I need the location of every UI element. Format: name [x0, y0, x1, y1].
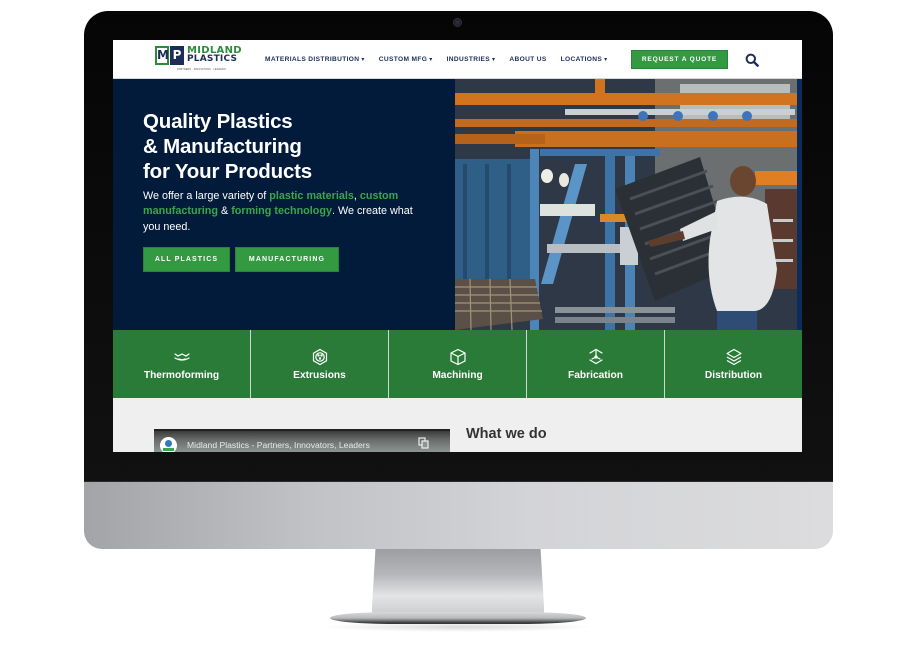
stand-shadow: [320, 622, 596, 632]
request-quote-button[interactable]: REQUEST A QUOTE: [631, 50, 728, 69]
chevron-down-icon: ▾: [492, 57, 496, 63]
nav-label: INDUSTRIES: [446, 56, 491, 63]
extrusions-icon: [312, 348, 327, 365]
nav-about-us[interactable]: ABOUT US: [509, 56, 546, 63]
all-plastics-button[interactable]: ALL PLASTICS: [143, 246, 230, 272]
hero-title-line: for Your Products: [143, 160, 312, 183]
hero-text-segment: We offer a large variety of: [143, 190, 270, 202]
website-screen: M P MIDLAND PLASTICS PARTNERS · INNOVATO…: [113, 40, 802, 452]
chevron-down-icon: ▾: [604, 57, 608, 63]
what-we-do-section: Midland Plastics - Partners, Innovators,…: [113, 398, 802, 452]
nav-label: LOCATIONS: [560, 56, 603, 63]
hero-title-line: & Manufacturing: [143, 135, 302, 158]
hero-factory-photo: [455, 79, 797, 330]
services-bar: Thermoforming Extrusions Machining Fabri…: [113, 330, 802, 398]
nav-label: ABOUT US: [509, 56, 547, 63]
nav-materials-distribution[interactable]: MATERIALS DISTRIBUTION ▾: [265, 56, 365, 63]
service-label: Extrusions: [293, 369, 346, 381]
fabrication-icon: [588, 348, 603, 364]
channel-avatar[interactable]: [160, 437, 177, 452]
nav-industries[interactable]: INDUSTRIES ▾: [447, 56, 496, 63]
service-label: Machining: [432, 369, 483, 381]
logo[interactable]: M P MIDLAND PLASTICS PARTNERS · INNOVATO…: [155, 46, 242, 74]
service-label: Thermoforming: [143, 369, 220, 381]
logo-letter-p: P: [170, 46, 184, 65]
service-label: Fabrication: [568, 369, 623, 381]
logo-tagline: PARTNERS · INNOVATORS · LEADERS: [177, 68, 226, 71]
video-title[interactable]: Midland Plastics - Partners, Innovators,…: [187, 440, 370, 450]
main-nav: MATERIALS DISTRIBUTION ▾ CUSTOM MFG ▾ INDU…: [265, 40, 622, 79]
service-label: Distribution: [704, 369, 763, 381]
nav-label: CUSTOM MFG: [378, 56, 428, 63]
hero-description: We offer a large variety of plastic mate…: [143, 189, 423, 235]
distribution-layers-icon: [725, 348, 742, 365]
webcam-icon: [453, 18, 462, 27]
search-icon[interactable]: [745, 53, 759, 67]
service-distribution[interactable]: Distribution: [665, 330, 802, 398]
nav-locations[interactable]: LOCATIONS ▾: [561, 56, 608, 63]
nav-label: MATERIALS DISTRIBUTION: [265, 56, 360, 63]
service-extrusions[interactable]: Extrusions: [251, 330, 389, 398]
link-plastic-materials[interactable]: plastic materials: [269, 190, 354, 202]
hero-buttons: ALL PLASTICS MANUFACTURING: [143, 246, 433, 272]
chevron-down-icon: ▾: [361, 57, 365, 63]
copy-link-icon[interactable]: [418, 437, 429, 449]
logo-name-line2: PLASTICS: [187, 54, 238, 64]
link-forming-technology[interactable]: forming technology: [231, 205, 332, 217]
hero-title-line: Quality Plastics: [143, 110, 293, 133]
nav-custom-mfg[interactable]: CUSTOM MFG ▾: [379, 56, 433, 63]
service-thermoforming[interactable]: Thermoforming: [113, 330, 251, 398]
hero-photo-edge: [797, 79, 802, 330]
manufacturing-button[interactable]: MANUFACTURING: [235, 246, 339, 272]
video-player[interactable]: Midland Plastics - Partners, Innovators,…: [154, 429, 450, 452]
hero-section: Quality Plastics & Manufacturing for You…: [113, 79, 802, 330]
hero-title: Quality Plastics & Manufacturing for You…: [143, 109, 433, 184]
logo-mark: M P: [155, 46, 184, 65]
site-header: M P MIDLAND PLASTICS PARTNERS · INNOVATO…: [113, 40, 802, 79]
thermoforming-icon: [173, 352, 190, 361]
factory-illustration: [455, 79, 797, 330]
logo-letter-m: M: [155, 46, 169, 65]
monitor-stand: [372, 549, 544, 621]
service-fabrication[interactable]: Fabrication: [527, 330, 665, 398]
service-machining[interactable]: Machining: [389, 330, 527, 398]
chevron-down-icon: ▾: [429, 57, 433, 63]
machining-cube-icon: [449, 348, 466, 365]
section-title: What we do: [466, 426, 547, 442]
hero-content: Quality Plastics & Manufacturing for You…: [143, 109, 433, 272]
hero-text-segment: &: [217, 205, 232, 218]
logo-wordmark: MIDLAND PLASTICS: [187, 46, 242, 64]
monitor-chin: [84, 481, 833, 549]
